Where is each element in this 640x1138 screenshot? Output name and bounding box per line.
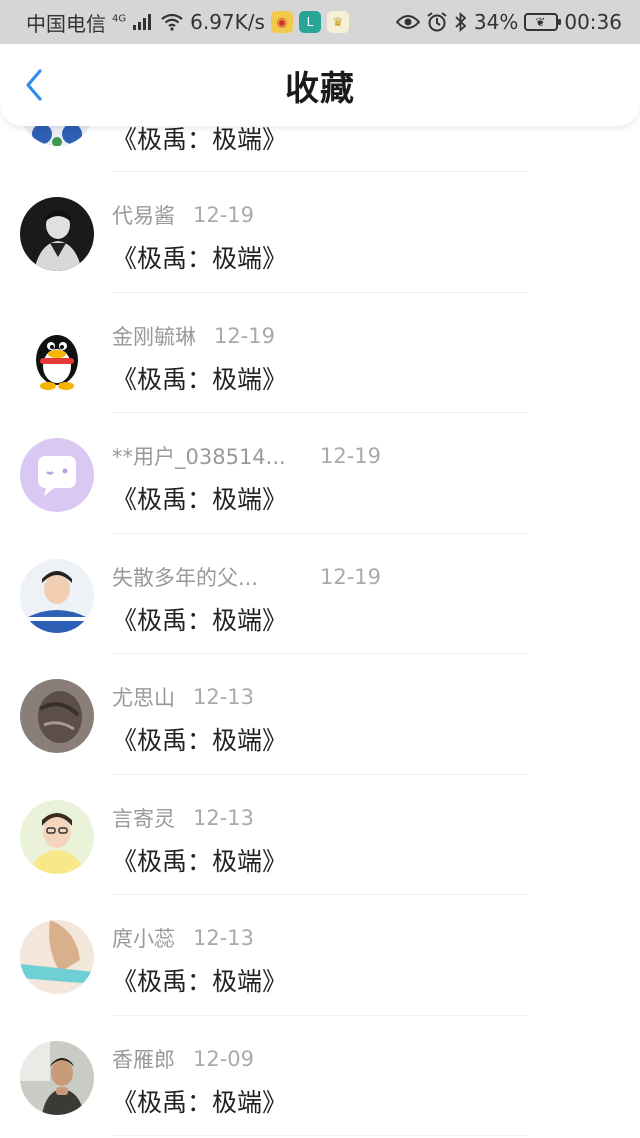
- weibo-app-icon: ◉: [270, 11, 293, 33]
- clock-time: 00:36: [564, 10, 622, 34]
- status-bar: 中国电信 4G 6.97K/s ◉ L ♛ 34% ❦ 00:36: [0, 0, 640, 44]
- list-item[interactable]: **用户_038514... 12-19 《极禹：极端》: [0, 413, 640, 534]
- alarm-icon: [427, 12, 447, 32]
- book-title: 《极禹：极端》: [112, 846, 288, 876]
- signal-icon: [133, 14, 152, 30]
- item-meta: 金刚毓琳 12-19: [112, 321, 275, 351]
- item-meta: 香雁郎 12-09: [112, 1044, 254, 1074]
- item-meta: 失散多年的父... 12-19: [112, 562, 381, 592]
- wifi-icon: [161, 13, 183, 31]
- list-item[interactable]: 金刚毓琳 12-19 《极禹：极端》: [0, 293, 640, 414]
- user-name[interactable]: 失散多年的父...: [112, 562, 302, 592]
- back-button[interactable]: [20, 68, 50, 102]
- eye-icon: [395, 15, 420, 29]
- user-name[interactable]: 尤思山: [112, 682, 175, 712]
- user-name[interactable]: 代易酱: [112, 200, 175, 230]
- battery-percent: 34%: [473, 10, 519, 34]
- nav-header: 收藏: [0, 44, 640, 126]
- avatar: [20, 317, 94, 392]
- date-label: 12-09: [193, 1046, 255, 1071]
- book-title: 《极禹：极端》: [112, 364, 288, 394]
- date-label: 12-13: [193, 805, 255, 830]
- trophy-app-icon: ♛: [326, 11, 349, 33]
- item-meta: **用户_038514... 12-19: [112, 441, 381, 471]
- book-title: 《极禹：极端》: [112, 605, 288, 635]
- date-label: 12-13: [193, 926, 255, 950]
- chevron-left-icon: [26, 69, 42, 101]
- book-title: 《极禹：极端》: [112, 726, 288, 755]
- date-label: 12-19: [193, 203, 255, 227]
- battery-icon: ❦: [524, 13, 562, 31]
- user-name[interactable]: 香雁郎: [112, 1044, 175, 1074]
- status-bar-right: 34% ❦ 00:36: [395, 10, 622, 34]
- page-title: 收藏: [285, 68, 355, 109]
- book-title: 《极禹：极端》: [112, 485, 288, 514]
- user-name[interactable]: 庹小蕊: [112, 923, 175, 953]
- favorites-list: 《极禹：极端》 代易酱 12-19 《极禹：极端》 金刚毓琳 12-19 《极禹…: [0, 112, 640, 1138]
- date-label: 12-19: [320, 564, 382, 589]
- list-item[interactable]: 庹小蕊 12-13 《极禹：极端》: [0, 895, 640, 1016]
- avatar: [20, 197, 94, 271]
- item-meta: 言寄灵 12-13: [112, 803, 254, 833]
- date-label: 12-19: [214, 323, 276, 348]
- avatar: [20, 799, 94, 874]
- date-label: 12-19: [320, 444, 382, 468]
- status-bar-left: 中国电信 4G 6.97K/s ◉ L ♛: [26, 8, 349, 37]
- date-label: 12-13: [193, 685, 255, 709]
- avatar: [20, 438, 94, 512]
- l-app-icon: L: [298, 11, 321, 33]
- user-name[interactable]: 言寄灵: [112, 803, 175, 833]
- carrier-label: 中国电信: [26, 11, 106, 36]
- avatar: [20, 679, 94, 753]
- list-item[interactable]: 香雁郎 12-09 《极禹：极端》: [0, 1016, 640, 1137]
- list-item[interactable]: 代易酱 12-19 《极禹：极端》: [0, 172, 640, 293]
- book-title: 《极禹：极端》: [112, 1087, 288, 1117]
- avatar: [20, 1040, 94, 1115]
- network-indicator: 4G: [112, 13, 127, 25]
- list-item[interactable]: 失散多年的父... 12-19 《极禹：极端》: [0, 534, 640, 655]
- list-item[interactable]: 言寄灵 12-13 《极禹：极端》: [0, 775, 640, 896]
- book-title: 《极禹：极端》: [112, 244, 288, 273]
- book-title: 《极禹：极端》: [112, 967, 288, 996]
- item-meta: 尤思山 12-13: [112, 682, 254, 712]
- item-meta: 庹小蕊 12-13: [112, 923, 254, 953]
- user-name[interactable]: 金刚毓琳: [112, 321, 196, 351]
- avatar: [20, 920, 94, 994]
- bluetooth-icon: [455, 12, 467, 32]
- network-speed: 6.97K/s: [190, 10, 265, 34]
- item-meta: 代易酱 12-19: [112, 200, 254, 230]
- avatar: [20, 558, 94, 633]
- list-item[interactable]: 尤思山 12-13 《极禹：极端》: [0, 654, 640, 775]
- user-name[interactable]: **用户_038514...: [112, 441, 302, 471]
